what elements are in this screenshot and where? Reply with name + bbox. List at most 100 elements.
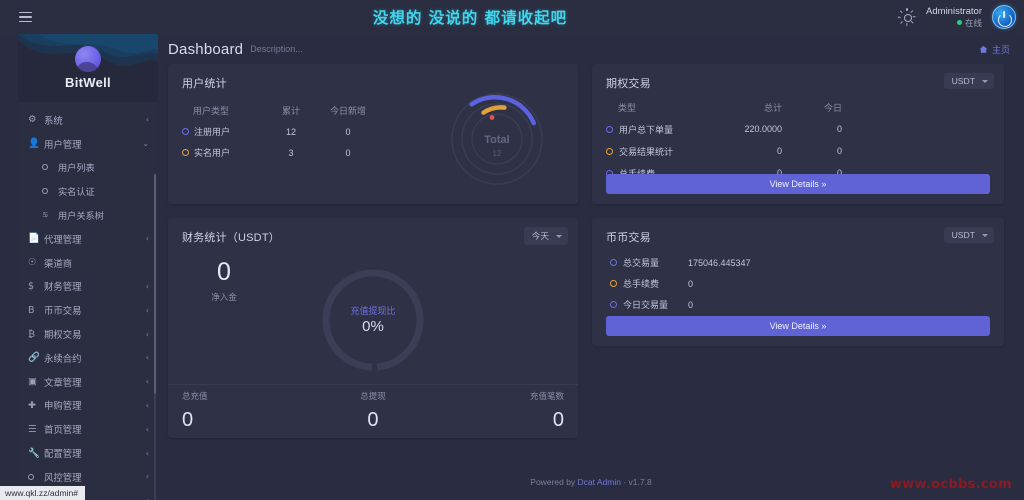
dollar-icon: $ — [28, 281, 44, 292]
bitcoin-b-icon: B — [28, 305, 44, 316]
sidebar-item-2[interactable]: 用户列表 — [18, 156, 158, 180]
radial-center-label: Total — [484, 134, 509, 146]
sidebar-item-14[interactable]: 🔧配置管理‹ — [18, 441, 158, 465]
footer-brand-link[interactable]: Dcat Admin — [578, 477, 621, 487]
net-deposit-block: 0 净入金 — [196, 260, 252, 303]
chevron-left-icon: ‹ — [146, 472, 149, 481]
list-icon: ☰ — [28, 424, 44, 435]
theme-toggle-sun-icon[interactable] — [898, 8, 916, 26]
chevron-left-icon: ‹ — [146, 425, 149, 434]
chevron-left-icon: ‹ — [146, 449, 149, 458]
page-description: Description... — [250, 44, 303, 54]
sidebar-item-0[interactable]: ⚙系统‹ — [18, 108, 158, 132]
chevron-left-icon: ‹ — [146, 401, 149, 410]
top-bar-actions: Administrator 在线 — [898, 5, 1016, 29]
user-status: 在线 — [926, 18, 982, 29]
user-stats-header-cell: 累计 — [264, 104, 318, 117]
chevron-left-icon: ‹ — [146, 282, 149, 291]
sidebar-item-3[interactable]: 实名认证 — [18, 179, 158, 203]
menu-toggle-icon[interactable] — [8, 12, 42, 23]
plus-circle-icon: ✚ — [28, 400, 44, 411]
option-header-cell: 总计 — [702, 101, 782, 114]
coin-metric-name: 今日交易量 — [623, 298, 668, 311]
bitwell-logo-icon — [75, 46, 101, 72]
sidebar-item-1[interactable]: 👤用户管理⌄ — [18, 132, 158, 156]
user-today-cell: 0 — [318, 127, 378, 137]
sidebar-item-11[interactable]: ▣文章管理‹ — [18, 370, 158, 394]
user-menu[interactable]: Administrator 在线 — [926, 6, 982, 29]
coin-trade-card: 币币交易 USDT 总交易量175046.445347总手续费0今日交易量0今日… — [592, 218, 1004, 346]
tree-icon: ♋ — [42, 211, 58, 219]
ratio-value: 0% — [317, 318, 429, 335]
ratio-label: 充值提现比 — [317, 304, 429, 317]
option-type-label: 交易结果统计 — [619, 145, 673, 158]
option-total-cell: 0 — [702, 146, 782, 156]
option-type-cell: 交易结果统计 — [606, 145, 702, 158]
dashboard-app: 没想的 没说的 都请收起吧 Administrator 在线 BitWell — [0, 0, 1024, 500]
user-icon: 👤 — [28, 138, 44, 149]
chevron-down-icon: ⌄ — [142, 139, 149, 148]
net-deposit-value: 0 — [196, 260, 252, 285]
finance-summary-cell: 充值笔数0 — [437, 390, 578, 432]
sun-ray — [910, 10, 913, 13]
sun-ray — [900, 10, 903, 13]
sidebar-item-12[interactable]: ✚申购管理‹ — [18, 394, 158, 418]
sidebar-item-10[interactable]: 🔗永续合约‹ — [18, 346, 158, 370]
coin-metric-value: 175046.445347 — [688, 258, 751, 268]
chevron-down-icon — [982, 234, 988, 237]
sidebar-item-6[interactable]: ☉渠道商 — [18, 251, 158, 275]
sidebar-item-13[interactable]: ☰首页管理‹ — [18, 417, 158, 441]
option-type-cell: 用户总下单量 — [606, 123, 702, 136]
sidebar-item-label: 实名认证 — [58, 184, 149, 198]
gear-icon: ⚙ — [28, 114, 44, 125]
sun-ray — [906, 8, 907, 11]
sidebar-menu: ⚙系统‹👤用户管理⌄用户列表实名认证♋用户关系树📄代理管理‹☉渠道商$财务管理‹… — [18, 102, 158, 500]
chevron-left-icon: ‹ — [146, 306, 149, 315]
sidebar-scroll-thumb[interactable] — [154, 174, 157, 394]
breadcrumb-label: 主页 — [992, 43, 1010, 56]
chevron-left-icon: ‹ — [146, 115, 149, 124]
option-view-details-button[interactable]: View Details » — [606, 174, 990, 194]
legend-dot-icon — [610, 280, 617, 287]
table-row: 交易结果统计 00 — [592, 140, 1004, 162]
online-dot-icon — [957, 20, 962, 25]
list-item: 今日交易量0 — [592, 294, 1004, 315]
id-card-icon: 📄 — [28, 233, 44, 244]
page-header: Dashboard Description... 主页 — [158, 34, 1024, 64]
footer-prefix: Powered by — [530, 477, 577, 487]
sidebar-item-7[interactable]: $财务管理‹ — [18, 275, 158, 299]
net-deposit-label: 净入金 — [196, 291, 252, 303]
breadcrumb[interactable]: 主页 — [979, 43, 1010, 56]
sidebar-item-5[interactable]: 📄代理管理‹ — [18, 227, 158, 251]
sidebar-brand[interactable]: BitWell — [18, 34, 158, 102]
account-icon: ☉ — [28, 257, 44, 268]
sidebar-item-4[interactable]: ♋用户关系树 — [18, 203, 158, 227]
wrench-icon: 🔧 — [28, 448, 44, 459]
sidebar-item-label: 渠道商 — [44, 256, 149, 270]
status-bar-url: www.qkl.zz/admin# — [0, 486, 85, 500]
coin-metric-name: 总手续费 — [623, 277, 659, 290]
finance-period-select[interactable]: 今天 — [524, 227, 568, 245]
table-row: 用户总下单量220.00000 — [592, 118, 1004, 140]
coin-currency-select[interactable]: USDT — [944, 227, 994, 243]
finance-stats-title: 财务统计（USDT） — [168, 218, 578, 245]
sidebar-item-label: 代理管理 — [44, 232, 146, 246]
user-stats-header-row: 用户类型累计今日新增 — [182, 100, 382, 121]
coin-view-details-button[interactable]: View Details » — [606, 316, 990, 336]
option-today-cell: 0 — [782, 146, 842, 156]
sidebar-item-8[interactable]: B币币交易‹ — [18, 298, 158, 322]
user-stats-radial-chart: Total 12 — [442, 84, 552, 194]
option-currency-select[interactable]: USDT — [944, 73, 994, 89]
bitcoin-icon: ₿ — [28, 329, 44, 340]
user-type-cell: 注册用户 — [182, 125, 264, 138]
sidebar-item-label: 永续合约 — [44, 351, 146, 365]
coin-metric-label: 总手续费 — [610, 277, 688, 290]
announcement-marquee: 没想的 没说的 都请收起吧 — [42, 6, 898, 28]
sidebar-item-9[interactable]: ₿期权交易‹ — [18, 322, 158, 346]
option-total-cell: 220.0000 — [702, 124, 782, 134]
option-header-cell: 今日 — [782, 101, 842, 114]
option-trade-table: 类型总计今日用户总下单量220.00000交易结果统计00总手续费00 — [592, 96, 1004, 184]
sidebar-item-label: 期权交易 — [44, 327, 146, 341]
avatar[interactable] — [992, 5, 1016, 29]
user-stats-card: 用户统计 用户类型累计今日新增注册用户120实名用户30 Total 12 — [168, 64, 578, 204]
